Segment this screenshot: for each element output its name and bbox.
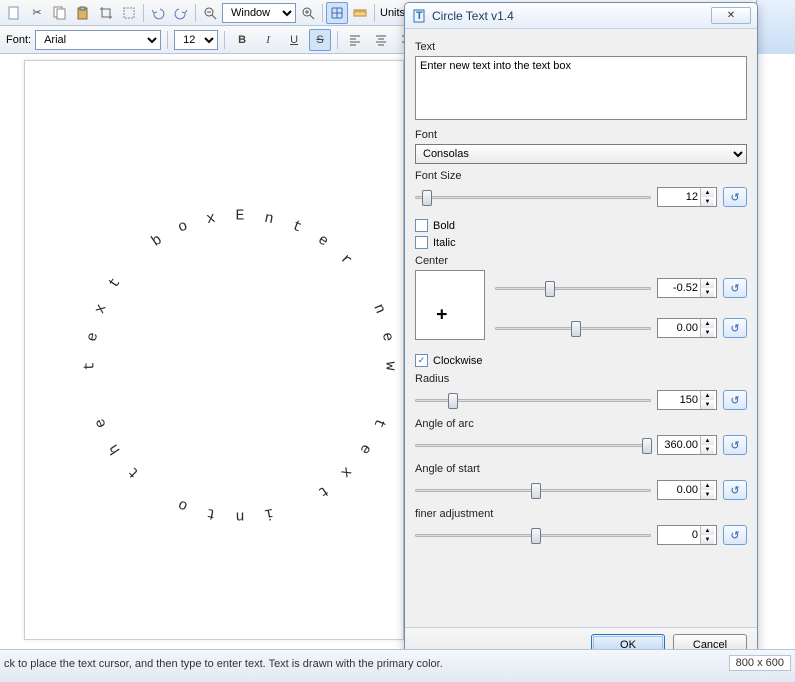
fontsize-slider[interactable] [415, 187, 651, 207]
separator [167, 31, 168, 49]
document-canvas[interactable]: Enter new text into the text box [24, 60, 404, 640]
bold-label: Bold [433, 220, 455, 232]
font-size-combo[interactable]: 12 [174, 30, 218, 50]
bold-button[interactable]: B [231, 29, 253, 51]
fontsize-numbox[interactable]: ▲▼ [657, 187, 717, 207]
deselect-icon[interactable] [118, 2, 140, 24]
finer-label: finer adjustment [415, 508, 747, 520]
circle-text-preview: Enter new text into the text box [25, 61, 403, 639]
close-button[interactable]: ✕ [711, 7, 751, 24]
dialog-body: Text Font Consolas Font Size ▲▼ ↺ Bold I… [405, 29, 757, 547]
font-label: Font: [6, 34, 31, 46]
reset-center-y-button[interactable]: ↺ [723, 318, 747, 338]
separator [143, 4, 144, 22]
fontsize-label: Font Size [415, 170, 747, 182]
reset-anglearc-button[interactable]: ↺ [723, 435, 747, 455]
clockwise-checkbox[interactable]: ✓ [415, 354, 428, 367]
zoom-out-icon[interactable] [199, 2, 221, 24]
copy-icon[interactable] [49, 2, 71, 24]
text-label: Text [415, 41, 747, 53]
spinner-up-icon[interactable]: ▲ [701, 188, 714, 197]
grid-icon[interactable] [326, 2, 348, 24]
text-input[interactable] [415, 56, 747, 120]
italic-button[interactable]: I [257, 29, 279, 51]
reset-radius-button[interactable]: ↺ [723, 390, 747, 410]
radius-slider[interactable] [415, 390, 651, 410]
anglearc-slider[interactable] [415, 435, 651, 455]
center-pad[interactable]: + [415, 270, 485, 340]
finer-numbox[interactable]: ▲▼ [657, 525, 717, 545]
reset-fontsize-button[interactable]: ↺ [723, 187, 747, 207]
separator [322, 4, 323, 22]
zoom-in-icon[interactable] [297, 2, 319, 24]
circle-text-dialog: T Circle Text v1.4 ✕ Text Font Consolas … [404, 2, 758, 662]
bold-checkbox[interactable] [415, 219, 428, 232]
ribbon-edge [756, 0, 795, 55]
separator [224, 31, 225, 49]
anglestart-slider[interactable] [415, 480, 651, 500]
zoom-combo[interactable]: Window [222, 3, 296, 23]
ruler-icon[interactable] [349, 2, 371, 24]
anglearc-label: Angle of arc [415, 418, 747, 430]
redo-icon[interactable] [170, 2, 192, 24]
reset-finer-button[interactable]: ↺ [723, 525, 747, 545]
anglestart-label: Angle of start [415, 463, 747, 475]
font-family-combo[interactable]: Arial [35, 30, 161, 50]
radius-label: Radius [415, 373, 747, 385]
anglestart-numbox[interactable]: ▲▼ [657, 480, 717, 500]
reset-anglestart-button[interactable]: ↺ [723, 480, 747, 500]
italic-label: Italic [433, 237, 456, 249]
font-label: Font [415, 129, 747, 141]
align-left-icon[interactable] [344, 29, 366, 51]
center-y-slider[interactable] [495, 318, 651, 338]
center-label: Center [415, 255, 747, 267]
separator [337, 31, 338, 49]
svg-text:T: T [416, 10, 423, 22]
center-x-slider[interactable] [495, 278, 651, 298]
underline-button[interactable]: U [283, 29, 305, 51]
canvas-dimensions: 800 x 600 [729, 655, 791, 671]
dialog-title: Circle Text v1.4 [432, 9, 711, 23]
finer-slider[interactable] [415, 525, 651, 545]
separator [374, 4, 375, 22]
dialog-titlebar[interactable]: T Circle Text v1.4 ✕ [405, 3, 757, 29]
paste-icon[interactable] [72, 2, 94, 24]
dialog-icon: T [411, 8, 427, 24]
strikethrough-button[interactable]: S [309, 29, 331, 51]
clockwise-label: Clockwise [433, 355, 483, 367]
spinner-down-icon[interactable]: ▼ [701, 197, 714, 206]
clockwise-checkbox-row[interactable]: ✓ Clockwise [415, 354, 747, 367]
crosshair-icon: + [436, 304, 447, 325]
center-y-numbox[interactable]: ▲▼ [657, 318, 717, 338]
status-bar: ck to place the text cursor, and then ty… [0, 649, 795, 682]
separator [195, 4, 196, 22]
reset-center-x-button[interactable]: ↺ [723, 278, 747, 298]
italic-checkbox[interactable] [415, 236, 428, 249]
undo-icon[interactable] [147, 2, 169, 24]
crop-icon[interactable] [95, 2, 117, 24]
bold-checkbox-row[interactable]: Bold [415, 219, 747, 232]
italic-checkbox-row[interactable]: Italic [415, 236, 747, 249]
cut-icon[interactable]: ✂ [26, 2, 48, 24]
status-text: ck to place the text cursor, and then ty… [4, 658, 443, 670]
new-icon[interactable] [3, 2, 25, 24]
align-center-icon[interactable] [370, 29, 392, 51]
center-x-numbox[interactable]: ▲▼ [657, 278, 717, 298]
radius-numbox[interactable]: ▲▼ [657, 390, 717, 410]
font-select[interactable]: Consolas [415, 144, 747, 164]
anglearc-numbox[interactable]: ▲▼ [657, 435, 717, 455]
